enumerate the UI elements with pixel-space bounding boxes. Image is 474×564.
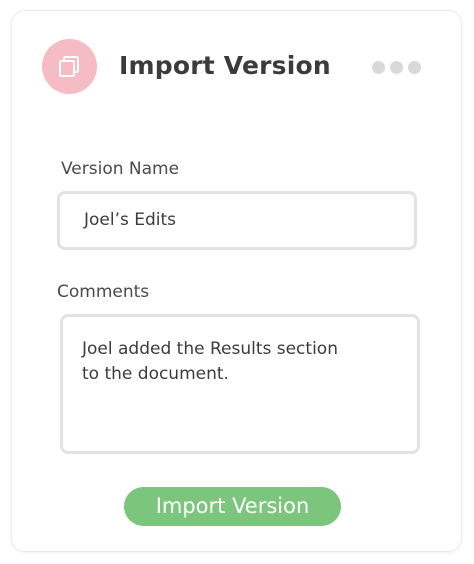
import-version-button[interactable]: Import Version bbox=[124, 487, 341, 526]
dialog-title: Import Version bbox=[119, 51, 331, 80]
more-dots-icon bbox=[372, 60, 385, 74]
comments-label: Comments bbox=[57, 282, 150, 302]
comments-textarea[interactable]: Joel added the Results section to the do… bbox=[60, 314, 420, 454]
more-options-button[interactable] bbox=[372, 55, 432, 79]
app-icon-badge bbox=[42, 39, 97, 94]
more-dots-icon bbox=[408, 60, 421, 74]
copy-pages-icon bbox=[59, 56, 79, 77]
more-dots-icon bbox=[390, 60, 403, 74]
version-name-input[interactable]: Joel’s Edits bbox=[57, 191, 417, 250]
version-name-label: Version Name bbox=[61, 159, 180, 179]
import-version-card: Import Version Version Name Joel’s Edits… bbox=[11, 10, 462, 552]
